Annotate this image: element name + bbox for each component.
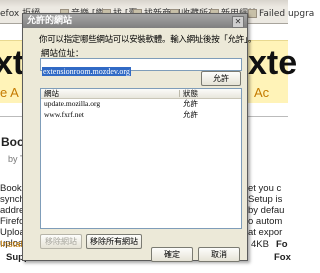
list-item[interactable]: update.mozilla.org 允許	[41, 99, 241, 109]
column-header-status[interactable]: 狀態	[183, 89, 198, 98]
allow-button[interactable]: 允許	[201, 71, 241, 86]
site-nav[interactable]: e A	[0, 85, 19, 100]
ok-button[interactable]: 確定	[151, 247, 193, 262]
address-input-value: extensionroom.mozdev.org	[42, 67, 131, 76]
browser-tab[interactable]: Failed upgra	[248, 8, 314, 21]
remove-all-sites-button[interactable]: 移除所有網站	[86, 234, 142, 249]
firefox-label: Fox	[274, 252, 291, 263]
file-size: 4KB	[251, 239, 269, 250]
sites-list[interactable]: 網站 狀態 update.mozilla.org 允許 www.fxrf.net…	[40, 88, 242, 229]
tab-icon	[248, 9, 257, 18]
address-input[interactable]: extensionroom.mozdev.org	[40, 58, 242, 76]
close-icon[interactable]: ✕	[232, 16, 244, 28]
dialog-description: 你可以指定哪些網站可以安裝軟體。輸入網址後按「允許」。	[39, 35, 257, 45]
dialog-titlebar[interactable]: 允許的網站 ✕	[23, 14, 247, 28]
column-header-site[interactable]: 網站	[44, 89, 59, 98]
site-nav[interactable]: Ac	[254, 85, 269, 100]
allowed-sites-dialog: 允許的網站 ✕ 你可以指定哪些網站可以安裝軟體。輸入網址後按「允許」。 網站位址…	[22, 13, 257, 262]
extension-description: et you c Setup is by defau o autom at ex…	[248, 183, 285, 238]
column-separator[interactable]	[179, 90, 180, 97]
firefox-label: Fo	[276, 239, 288, 250]
list-header: 網站 狀態	[41, 89, 241, 99]
remove-site-button[interactable]: 移除網站	[40, 234, 82, 249]
cancel-button[interactable]: 取消	[198, 247, 240, 262]
list-item[interactable]: www.fxrf.net 允許	[41, 110, 241, 120]
dialog-title: 允許的網站	[27, 16, 73, 26]
site-logo: xte	[248, 44, 298, 82]
